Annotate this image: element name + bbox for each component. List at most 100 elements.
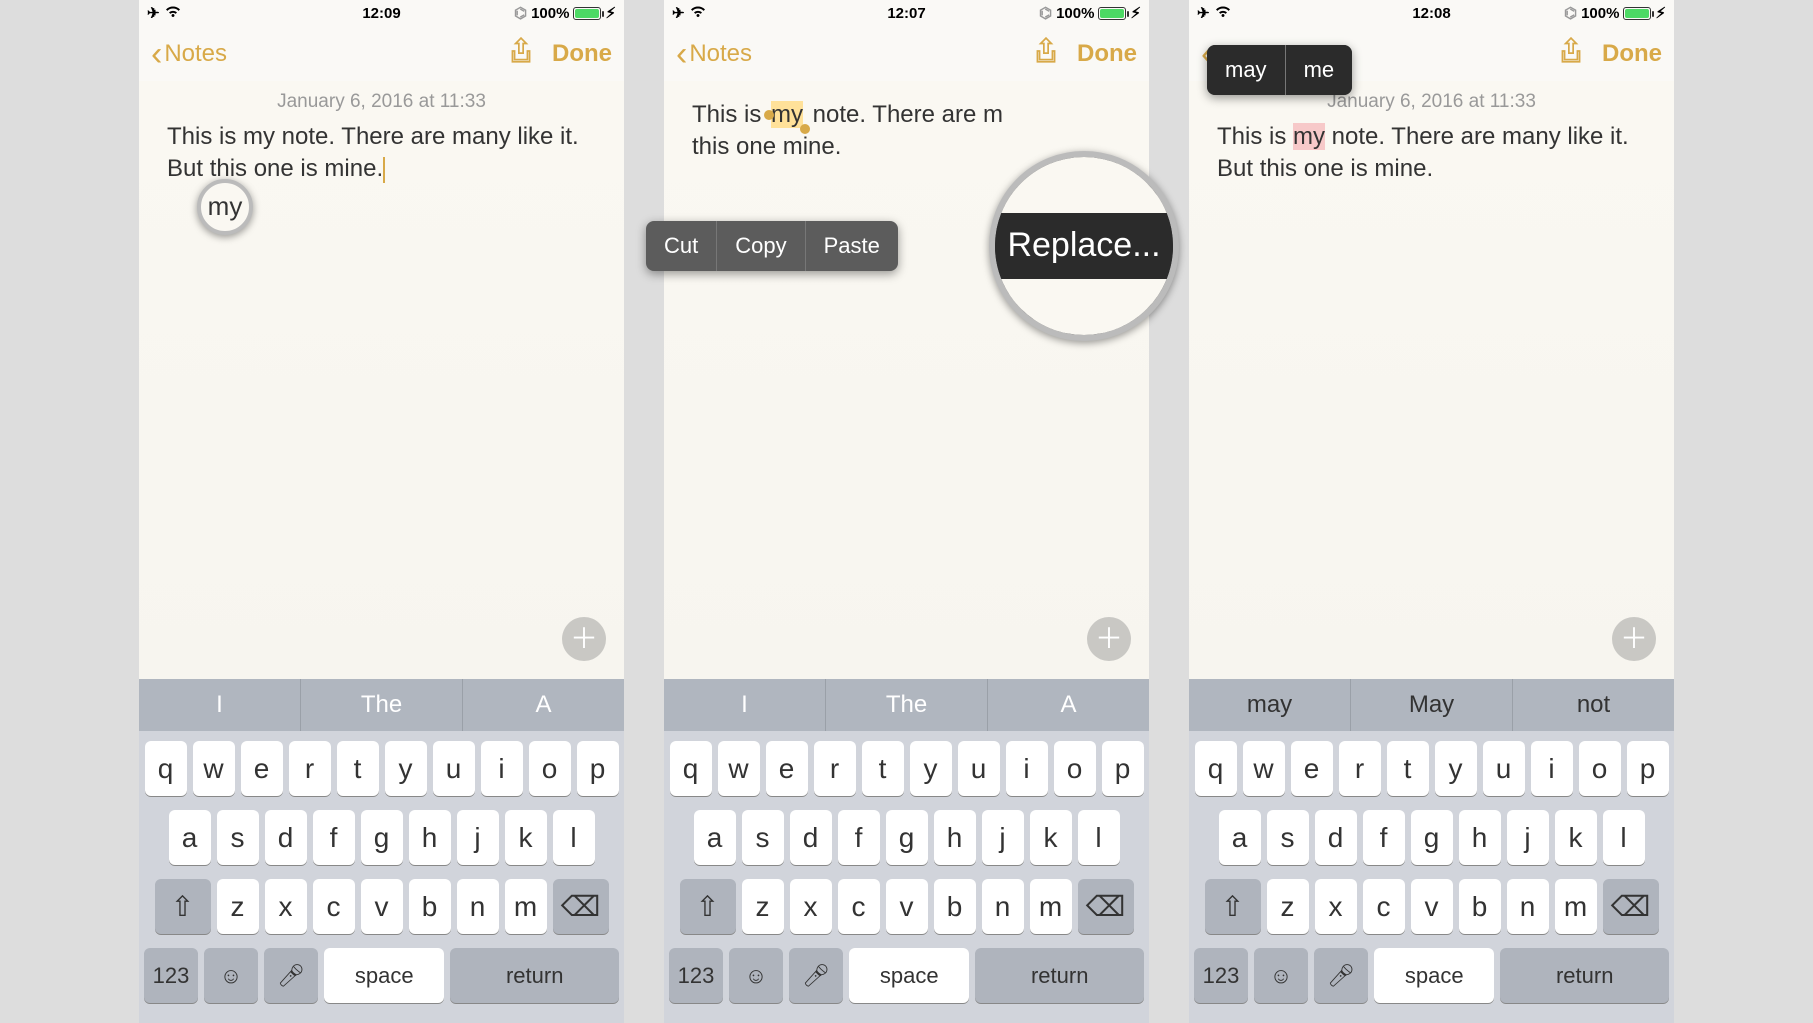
key-r[interactable]: r <box>289 741 331 796</box>
key-g[interactable]: g <box>886 810 928 865</box>
done-button[interactable]: Done <box>1602 40 1662 68</box>
key-o[interactable]: o <box>1579 741 1621 796</box>
key-o[interactable]: o <box>529 741 571 796</box>
key-a[interactable]: a <box>694 810 736 865</box>
replace-option-1[interactable]: may <box>1207 45 1286 95</box>
return-key[interactable]: return <box>450 948 619 1003</box>
key-p[interactable]: p <box>577 741 619 796</box>
key-e[interactable]: e <box>241 741 283 796</box>
key-y[interactable]: y <box>910 741 952 796</box>
key-q[interactable]: q <box>1195 741 1237 796</box>
key-u[interactable]: u <box>1483 741 1525 796</box>
shift-key[interactable]: ⇧ <box>155 879 211 934</box>
menu-copy[interactable]: Copy <box>717 221 805 271</box>
space-key[interactable]: space <box>324 948 444 1003</box>
key-a[interactable]: a <box>1219 810 1261 865</box>
menu-paste[interactable]: Paste <box>806 221 898 271</box>
back-button[interactable]: ‹ Notes <box>151 37 227 71</box>
key-c[interactable]: c <box>1363 879 1405 934</box>
key-e[interactable]: e <box>766 741 808 796</box>
suggestion-1[interactable]: may <box>1189 679 1351 731</box>
space-key[interactable]: space <box>1374 948 1494 1003</box>
key-v[interactable]: v <box>1411 879 1453 934</box>
suggestion-3[interactable]: not <box>1513 679 1674 731</box>
key-z[interactable]: z <box>217 879 259 934</box>
key-e[interactable]: e <box>1291 741 1333 796</box>
key-j[interactable]: j <box>982 810 1024 865</box>
key-p[interactable]: p <box>1102 741 1144 796</box>
key-b[interactable]: b <box>1459 879 1501 934</box>
key-v[interactable]: v <box>886 879 928 934</box>
emoji-key[interactable]: ☺ <box>204 948 258 1003</box>
note-text[interactable]: This is my note. There are many like it.… <box>1217 121 1646 186</box>
magnifier-replace-text[interactable]: Replace... <box>989 213 1178 279</box>
emoji-key[interactable]: ☺ <box>729 948 783 1003</box>
key-w[interactable]: w <box>718 741 760 796</box>
numbers-key[interactable]: 123 <box>669 948 723 1003</box>
key-s[interactable]: s <box>1267 810 1309 865</box>
key-b[interactable]: b <box>934 879 976 934</box>
add-button[interactable]: ＋ <box>1087 617 1131 661</box>
done-button[interactable]: Done <box>1077 40 1137 68</box>
key-d[interactable]: d <box>265 810 307 865</box>
key-h[interactable]: h <box>1459 810 1501 865</box>
key-q[interactable]: q <box>670 741 712 796</box>
suggestion-2[interactable]: May <box>1351 679 1513 731</box>
key-c[interactable]: c <box>838 879 880 934</box>
key-y[interactable]: y <box>385 741 427 796</box>
key-n[interactable]: n <box>457 879 499 934</box>
backspace-key[interactable]: ⌫ <box>1603 879 1659 934</box>
done-button[interactable]: Done <box>552 40 612 68</box>
key-r[interactable]: r <box>1339 741 1381 796</box>
note-body[interactable]: January 6, 2016 at 11:33 This is my note… <box>139 81 624 679</box>
key-k[interactable]: k <box>1030 810 1072 865</box>
key-i[interactable]: i <box>481 741 523 796</box>
key-z[interactable]: z <box>742 879 784 934</box>
key-o[interactable]: o <box>1054 741 1096 796</box>
key-x[interactable]: x <box>265 879 307 934</box>
return-key[interactable]: return <box>1500 948 1669 1003</box>
key-m[interactable]: m <box>505 879 547 934</box>
key-t[interactable]: t <box>337 741 379 796</box>
key-n[interactable]: n <box>1507 879 1549 934</box>
suggestion-3[interactable]: A <box>988 679 1149 731</box>
key-m[interactable]: m <box>1555 879 1597 934</box>
key-m[interactable]: m <box>1030 879 1072 934</box>
numbers-key[interactable]: 123 <box>144 948 198 1003</box>
replace-option-2[interactable]: me <box>1286 45 1353 95</box>
key-n[interactable]: n <box>982 879 1024 934</box>
key-k[interactable]: k <box>505 810 547 865</box>
emoji-key[interactable]: ☺ <box>1254 948 1308 1003</box>
key-g[interactable]: g <box>1411 810 1453 865</box>
return-key[interactable]: return <box>975 948 1144 1003</box>
backspace-key[interactable]: ⌫ <box>553 879 609 934</box>
key-f[interactable]: f <box>313 810 355 865</box>
share-button[interactable] <box>1558 36 1584 71</box>
suggestion-1[interactable]: I <box>664 679 826 731</box>
key-s[interactable]: s <box>742 810 784 865</box>
key-r[interactable]: r <box>814 741 856 796</box>
note-body[interactable]: January 6, 2016 at 11:33 This is my note… <box>1189 81 1674 679</box>
key-k[interactable]: k <box>1555 810 1597 865</box>
key-i[interactable]: i <box>1006 741 1048 796</box>
key-j[interactable]: j <box>457 810 499 865</box>
key-p[interactable]: p <box>1627 741 1669 796</box>
note-text[interactable]: This is my note. There are many like it.… <box>167 121 596 186</box>
key-w[interactable]: w <box>1243 741 1285 796</box>
space-key[interactable]: space <box>849 948 969 1003</box>
numbers-key[interactable]: 123 <box>1194 948 1248 1003</box>
shift-key[interactable]: ⇧ <box>680 879 736 934</box>
share-button[interactable] <box>508 36 534 71</box>
key-x[interactable]: x <box>1315 879 1357 934</box>
back-button[interactable]: ‹ Notes <box>676 37 752 71</box>
key-v[interactable]: v <box>361 879 403 934</box>
backspace-key[interactable]: ⌫ <box>1078 879 1134 934</box>
add-button[interactable]: ＋ <box>562 617 606 661</box>
key-a[interactable]: a <box>169 810 211 865</box>
key-z[interactable]: z <box>1267 879 1309 934</box>
key-b[interactable]: b <box>409 879 451 934</box>
key-l[interactable]: l <box>553 810 595 865</box>
note-body[interactable]: This is my note. There are mthis one min… <box>664 81 1149 679</box>
key-t[interactable]: t <box>862 741 904 796</box>
key-c[interactable]: c <box>313 879 355 934</box>
